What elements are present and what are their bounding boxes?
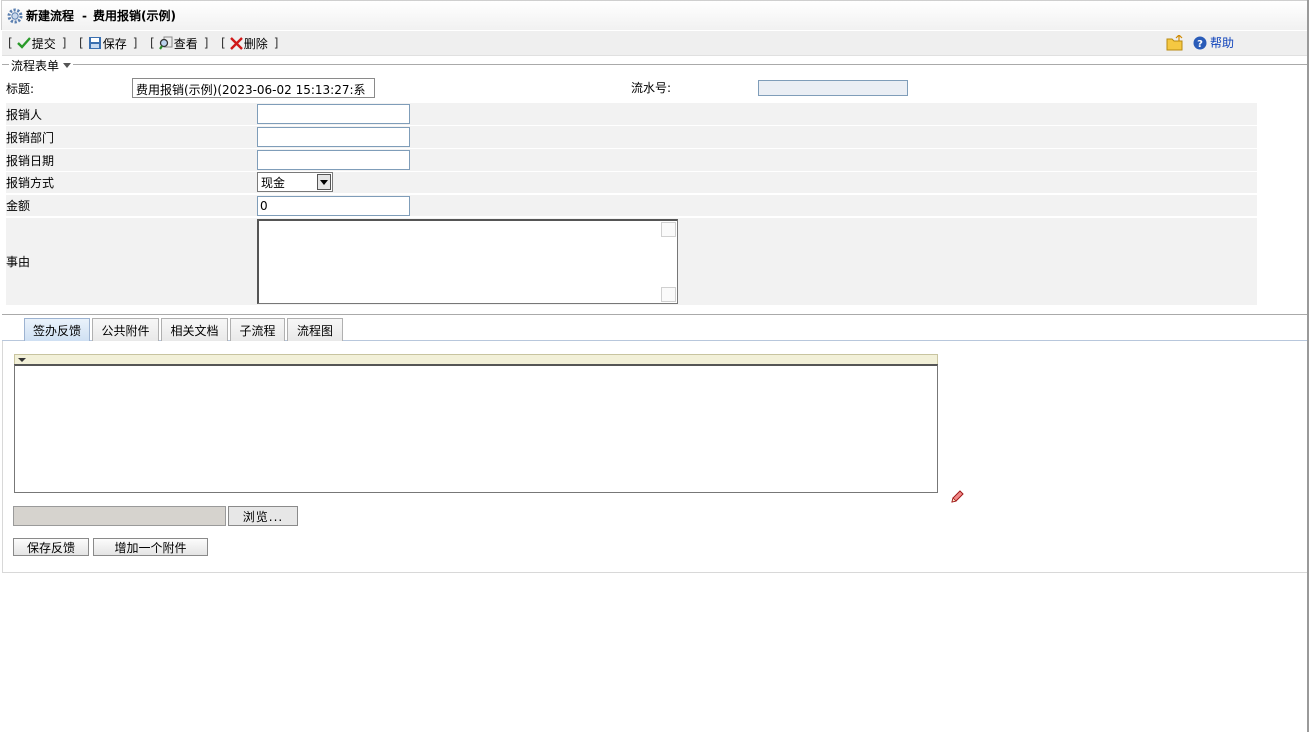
tab-flowchart[interactable]: 流程图 [287, 318, 343, 341]
method-label: 报销方式 [6, 176, 55, 190]
disk-icon [88, 37, 101, 49]
browse-button[interactable]: 浏览... [228, 506, 298, 526]
tab-related-docs[interactable]: 相关文档 [161, 318, 228, 341]
file-path-field[interactable] [13, 506, 226, 526]
add-attachment-button[interactable]: 增加一个附件 [93, 538, 208, 556]
dropdown-arrow-icon[interactable] [317, 174, 331, 190]
delete-button[interactable]: [ 删除 ] [221, 35, 278, 51]
form-legend[interactable]: 流程表单 [9, 57, 74, 74]
chevron-down-icon [63, 63, 72, 68]
red-x-icon [229, 36, 243, 50]
form-row-date: 报销日期 [6, 149, 1257, 171]
window-title-bar: 新建流程 - 费用报销(示例) [1, 0, 1307, 30]
form-row-amount: 金额 [6, 195, 1257, 216]
save-label: 保存 [102, 36, 127, 51]
form-legend-label: 流程表单 [11, 59, 60, 73]
magnifier-icon [158, 36, 173, 50]
bracket-open: [ [8, 36, 13, 50]
svg-text:?: ? [1197, 39, 1203, 50]
view-label: 查看 [173, 36, 198, 51]
method-selected-value: 现金 [261, 175, 286, 190]
serial-number-field [758, 80, 908, 96]
submit-label: 提交 [31, 36, 56, 51]
delete-label: 删除 [243, 36, 268, 51]
title-field[interactable]: 费用报销(示例)(2023-06-02 15:13:27:系 [132, 78, 375, 98]
serial-label: 流水号: [631, 81, 672, 95]
bracket-close: ] [203, 36, 209, 50]
scroll-up-arrow[interactable] [661, 222, 676, 237]
tab-subprocess[interactable]: 子流程 [230, 318, 285, 341]
date-label: 报销日期 [6, 153, 55, 168]
save-feedback-button[interactable]: 保存反馈 [13, 538, 89, 556]
toolbar: [ 提交 ] [ 保存 ] [ 查看 ] [ 删除 ] ? 帮助 [2, 31, 1307, 56]
amount-label: 金额 [6, 199, 31, 213]
reason-textarea[interactable] [257, 219, 678, 304]
bracket-close: ] [61, 36, 67, 50]
collapse-arrow-icon[interactable] [18, 358, 26, 362]
feedback-editor[interactable] [14, 364, 938, 493]
scroll-down-arrow[interactable] [661, 287, 676, 302]
save-button[interactable]: [ 保存 ] [79, 35, 137, 51]
amount-field[interactable]: 0 [257, 196, 410, 216]
claimant-field[interactable] [257, 104, 410, 124]
window-right-margin [1309, 0, 1316, 732]
check-icon [16, 37, 31, 49]
toolbar-right-actions: ? 帮助 [1166, 34, 1234, 51]
help-icon[interactable]: ? [1193, 36, 1207, 50]
form-row-department: 报销部门 [6, 126, 1257, 148]
submit-button[interactable]: [ 提交 ] [8, 35, 66, 51]
department-label: 报销部门 [6, 130, 55, 145]
bracket-close: ] [132, 36, 138, 50]
reason-label: 事由 [6, 255, 31, 269]
tab-feedback[interactable]: 签办反馈 [24, 318, 90, 341]
method-select[interactable]: 现金 [257, 172, 333, 192]
bracket-open: [ [150, 36, 155, 50]
bracket-close: ] [273, 36, 279, 50]
window-title: 新建流程 [26, 9, 75, 23]
bracket-open: [ [79, 36, 84, 50]
bracket-open: [ [221, 36, 226, 50]
view-button[interactable]: [ 查看 ] [150, 35, 208, 51]
fieldset-border [2, 64, 1307, 65]
claimant-label: 报销人 [6, 107, 43, 122]
form-row-claimant: 报销人 [6, 103, 1257, 125]
gear-icon [7, 8, 23, 23]
pencil-icon[interactable] [950, 490, 964, 504]
form-row-method: 报销方式 [6, 172, 1257, 193]
window-subtitle: 费用报销(示例) [93, 9, 176, 23]
folder-icon[interactable] [1166, 34, 1184, 51]
title-separator: - [82, 8, 87, 23]
date-field[interactable] [257, 150, 410, 170]
tab-public-attachments[interactable]: 公共附件 [92, 318, 159, 341]
section-divider [2, 314, 1307, 315]
title-label: 标题: [6, 82, 35, 96]
department-field[interactable] [257, 127, 410, 147]
help-link[interactable]: 帮助 [1210, 34, 1234, 51]
